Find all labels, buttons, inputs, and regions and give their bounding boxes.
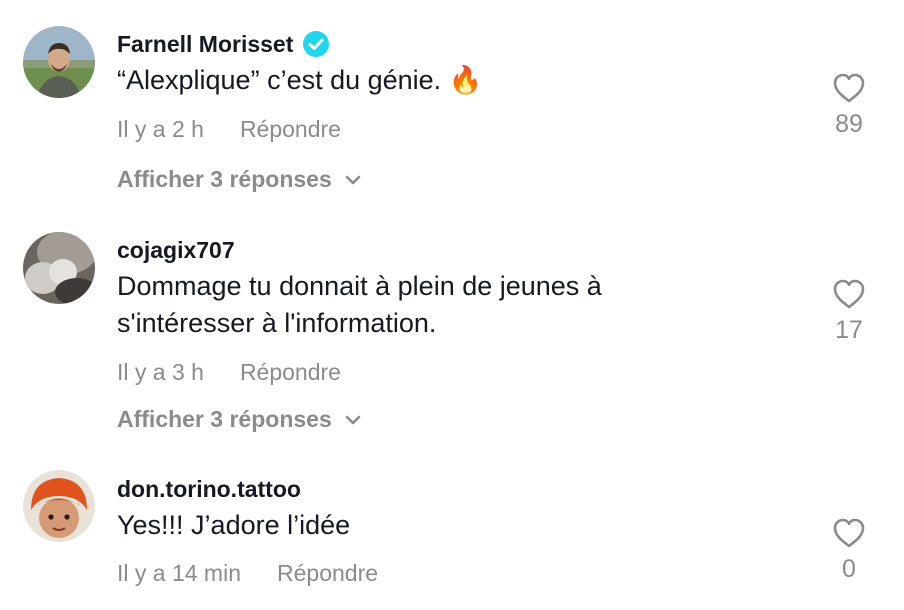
username-text[interactable]: don.torino.tattoo xyxy=(117,476,301,503)
comment-meta: Il y a 3 h Répondre xyxy=(117,359,341,386)
heart-outline-icon[interactable] xyxy=(832,278,866,310)
comment-text-line: Dommage tu donnait à plein de jeunes à xyxy=(117,271,602,301)
comment-timestamp: Il y a 2 h xyxy=(117,116,204,142)
heart-outline-icon[interactable] xyxy=(832,517,866,549)
view-replies-label[interactable]: Afficher 3 réponses xyxy=(117,406,332,433)
view-replies-label[interactable]: Afficher 3 réponses xyxy=(117,166,332,193)
comment-username[interactable]: Farnell Morisset xyxy=(117,29,330,59)
like-button[interactable]: 89 xyxy=(820,72,878,139)
username-text[interactable]: Farnell Morisset xyxy=(117,31,293,58)
comment-timestamp: Il y a 14 min xyxy=(117,560,241,586)
view-replies-button[interactable]: Afficher 3 réponses xyxy=(117,166,362,193)
comment-text-line: Yes!!! J’adore l’idée xyxy=(117,510,351,540)
like-button[interactable]: 0 xyxy=(820,517,878,584)
heart-outline-icon[interactable] xyxy=(832,72,866,104)
username-text[interactable]: cojagix707 xyxy=(117,237,235,264)
like-count: 89 xyxy=(835,110,863,138)
comment-timestamp: Il y a 3 h xyxy=(117,359,204,385)
chevron-down-icon xyxy=(345,415,361,424)
like-button[interactable]: 17 xyxy=(820,278,878,345)
comment-username[interactable]: don.torino.tattoo xyxy=(117,474,301,504)
reply-button[interactable]: Répondre xyxy=(277,560,378,587)
comment-text: “Alexplique” c’est du génie. 🔥 xyxy=(117,62,482,99)
comment-text-line: s'intéresser à l'information. xyxy=(117,308,437,338)
verified-check-icon xyxy=(303,31,330,57)
like-count: 0 xyxy=(842,555,856,583)
avatar[interactable] xyxy=(23,26,95,98)
avatar[interactable] xyxy=(23,232,95,304)
like-count: 17 xyxy=(835,316,863,344)
chevron-down-icon xyxy=(345,175,361,184)
comment-text: Yes!!! J’adore l’idée xyxy=(117,507,350,544)
comment-meta: Il y a 14 min Répondre xyxy=(117,560,378,587)
comment-meta: Il y a 2 h Répondre xyxy=(117,116,341,143)
comment-username[interactable]: cojagix707 xyxy=(117,235,235,265)
reply-button[interactable]: Répondre xyxy=(240,359,341,386)
comment-text: Dommage tu donnait à plein de jeunes à s… xyxy=(117,268,602,342)
comment-text-line: “Alexplique” c’est du génie. 🔥 xyxy=(117,65,483,95)
reply-button[interactable]: Répondre xyxy=(240,116,341,143)
view-replies-button[interactable]: Afficher 3 réponses xyxy=(117,406,362,433)
avatar[interactable] xyxy=(23,470,95,542)
